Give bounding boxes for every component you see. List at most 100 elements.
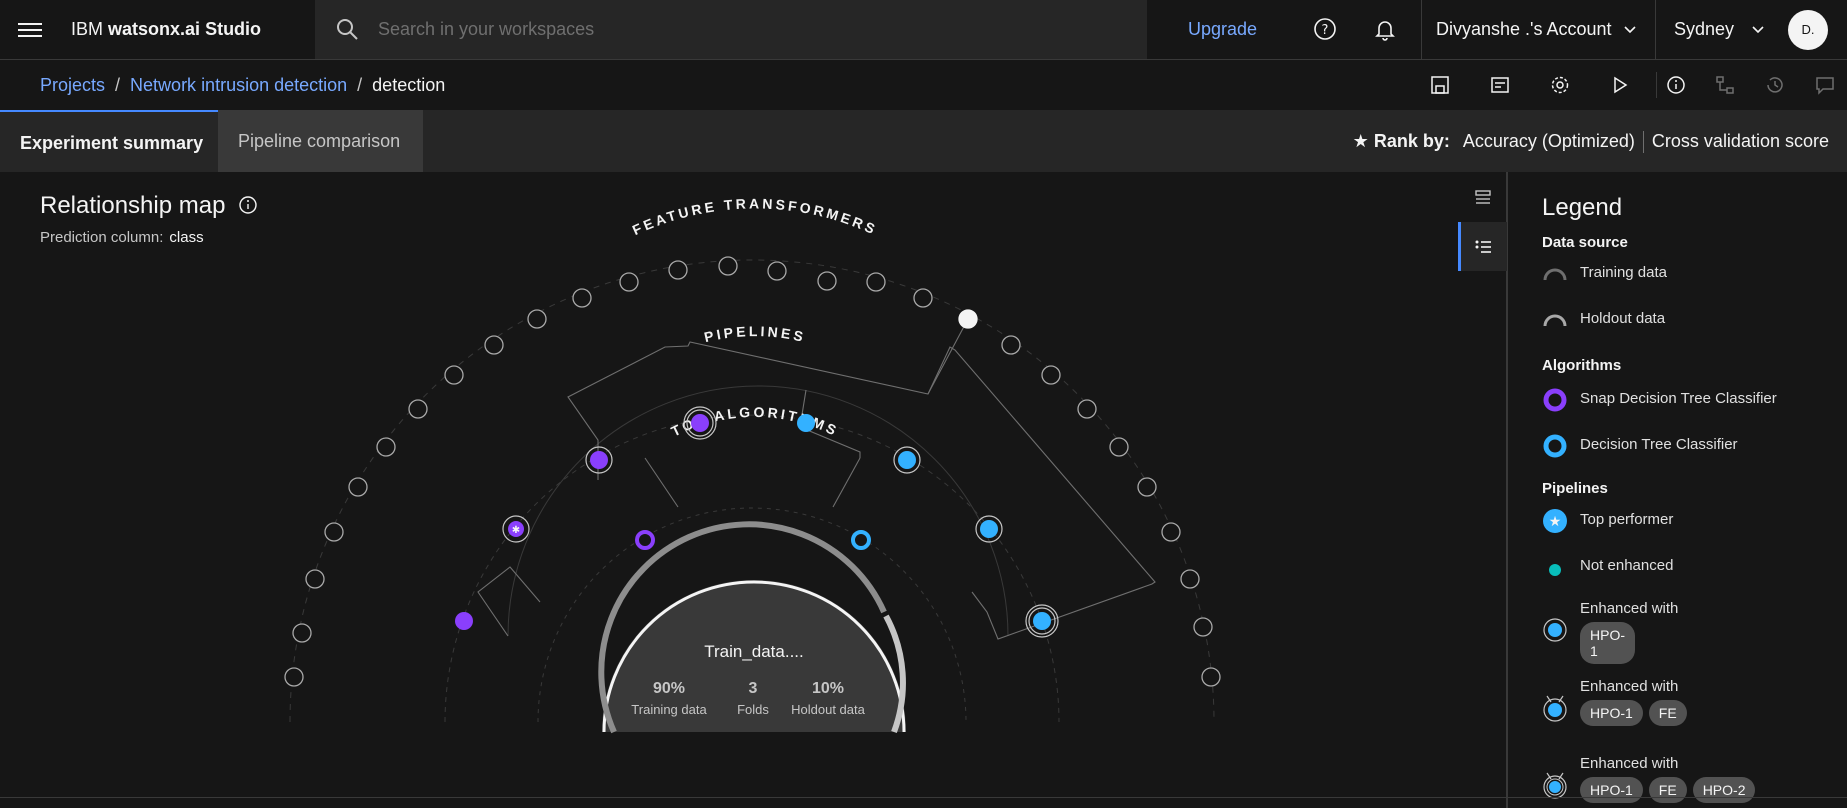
- breadcrumb-project[interactable]: Network intrusion detection: [130, 75, 347, 95]
- ft-node: [572, 288, 592, 308]
- rank-score-dropdown[interactable]: Cross validation score: [1652, 131, 1829, 151]
- save-icon[interactable]: [1430, 75, 1450, 95]
- lineage-icon: [1716, 76, 1734, 94]
- tag-fe: FE: [1648, 700, 1687, 726]
- tab-bar: Experiment summary Pipeline comparison ★…: [0, 110, 1847, 172]
- bottom-border: [0, 797, 1847, 798]
- legend-not-enhanced: Not enhanced: [1542, 554, 1673, 584]
- ft-node: [718, 256, 738, 276]
- data-source-name: Train_data....: [704, 642, 804, 661]
- legend-panel: Legend Data source Training data Holdout…: [1508, 172, 1847, 808]
- legend-icon: [1475, 240, 1491, 253]
- folds-value: 3: [748, 680, 758, 697]
- tab-experiment-summary[interactable]: Experiment summary: [0, 110, 218, 172]
- chevron-down-icon: [1752, 26, 1764, 34]
- account-label: Divyanshe .'s Account: [1436, 19, 1612, 39]
- pipeline-node[interactable]: [893, 446, 921, 474]
- ft-node: [1137, 477, 1157, 497]
- enhanced-hpo1-icon: [1543, 618, 1567, 642]
- settings-icon[interactable]: [1550, 75, 1570, 95]
- ft-node: [324, 522, 344, 542]
- legend-heading-pipelines: Pipelines: [1542, 480, 1608, 497]
- training-label: Training data: [631, 702, 707, 717]
- ft-node: [668, 260, 688, 280]
- upgrade-link[interactable]: Upgrade: [1188, 19, 1257, 40]
- enhanced-hpo1-fe-icon: [1543, 695, 1567, 722]
- stat-training: 90% Training data: [622, 680, 716, 717]
- notebook-icon[interactable]: [1490, 75, 1510, 95]
- ring-label-feature-transformers: FEATURE TRANSFORMERS: [630, 195, 880, 238]
- tag-hpo-1: HPO-1: [1580, 777, 1643, 803]
- info-icon[interactable]: [1666, 75, 1686, 95]
- tag-hpo-1: HPO-1: [1580, 622, 1635, 664]
- breadcrumb-separator: /: [357, 75, 363, 95]
- pipeline-node[interactable]: [797, 414, 815, 432]
- rank-by: ★ Rank by: Accuracy (Optimized) Cross val…: [1352, 131, 1829, 154]
- run-icon[interactable]: [1610, 75, 1630, 95]
- legend-button[interactable]: [1458, 222, 1507, 271]
- rank-metric-dropdown[interactable]: Accuracy (Optimized): [1463, 131, 1635, 151]
- view-toggle-bar: [1458, 172, 1507, 808]
- account-switcher[interactable]: Divyanshe .'s Account: [1421, 0, 1655, 59]
- menu-icon[interactable]: [18, 19, 42, 41]
- tag-hpo-2: HPO-2: [1692, 777, 1756, 803]
- enhanced-hpo1-fe-hpo2-icon: [1543, 772, 1567, 799]
- svg-text:?: ?: [1322, 23, 1329, 38]
- search-input[interactable]: Search in your workspaces: [378, 19, 594, 40]
- breadcrumb-projects[interactable]: Projects: [40, 75, 105, 95]
- legend-holdout-data: Holdout data: [1542, 310, 1665, 334]
- holdout-pct: 10%: [811, 680, 845, 697]
- not-enhanced-icon: [1549, 564, 1561, 576]
- pipeline-node[interactable]: [1025, 604, 1059, 638]
- enhanced-hpo1-fe-hpo2-tags: HPO-1 FE HPO-2: [1580, 777, 1761, 803]
- ft-node: [1180, 569, 1200, 589]
- ft-node: [1161, 522, 1181, 542]
- ft-node: [913, 288, 933, 308]
- ring-label-pipelines: PIPELINES: [703, 323, 808, 345]
- ft-node: [1041, 365, 1061, 385]
- list-view-button[interactable]: [1458, 172, 1507, 221]
- top-performer-icon: ★: [1543, 509, 1567, 533]
- app-brand[interactable]: IBM watsonx.ai Studio: [71, 19, 261, 40]
- legend-training-data: Training data: [1542, 264, 1667, 288]
- ft-node: [866, 272, 886, 292]
- brand-name: watsonx.ai Studio: [108, 19, 262, 39]
- ft-node: [305, 569, 325, 589]
- ft-node: [619, 272, 639, 292]
- legend-algo-snap: Snap Decision Tree Classifier: [1542, 387, 1777, 417]
- region-label: Sydney: [1674, 19, 1735, 39]
- ft-node: [348, 477, 368, 497]
- breadcrumb-current: detection: [372, 75, 446, 95]
- pipeline-node[interactable]: [455, 612, 473, 630]
- algorithm-node-dt[interactable]: [851, 530, 871, 550]
- stat-folds: 3 Folds: [724, 680, 782, 717]
- ft-node: [484, 335, 504, 355]
- ft-node: [408, 399, 428, 419]
- star-icon: ★: [1352, 131, 1369, 151]
- legend-divider: [1507, 172, 1508, 808]
- tag-fe: FE: [1648, 777, 1687, 803]
- ft-node: [767, 261, 787, 281]
- pipeline-node[interactable]: [585, 446, 613, 474]
- legend-heading-algorithms: Algorithms: [1542, 357, 1622, 374]
- pipeline-node[interactable]: ✱: [502, 515, 530, 543]
- legend-title: Legend: [1542, 194, 1623, 221]
- rank-label: Rank by:: [1373, 131, 1450, 151]
- algorithm-node-snap[interactable]: [635, 530, 655, 550]
- snap-decision-tree-icon: [1543, 388, 1567, 412]
- breadcrumb: Projects / Network intrusion detection / det…: [40, 75, 445, 96]
- rank-divider: [1642, 131, 1644, 154]
- svg-text:★: ★: [1549, 513, 1562, 529]
- help-icon[interactable]: ?: [1313, 17, 1337, 41]
- comments-icon: [1816, 77, 1834, 95]
- ft-node: [1077, 399, 1097, 419]
- search-bar[interactable]: Search in your workspaces: [315, 0, 1147, 59]
- decision-tree-icon: [1543, 434, 1567, 458]
- notification-icon[interactable]: [1373, 17, 1397, 41]
- ft-node: [1201, 667, 1221, 687]
- region-switcher[interactable]: Sydney: [1655, 0, 1787, 59]
- holdout-data-icon: [1543, 314, 1567, 327]
- avatar[interactable]: D.: [1788, 10, 1828, 50]
- pipeline-node[interactable]: [975, 515, 1003, 543]
- tab-pipeline-comparison[interactable]: Pipeline comparison: [218, 110, 423, 172]
